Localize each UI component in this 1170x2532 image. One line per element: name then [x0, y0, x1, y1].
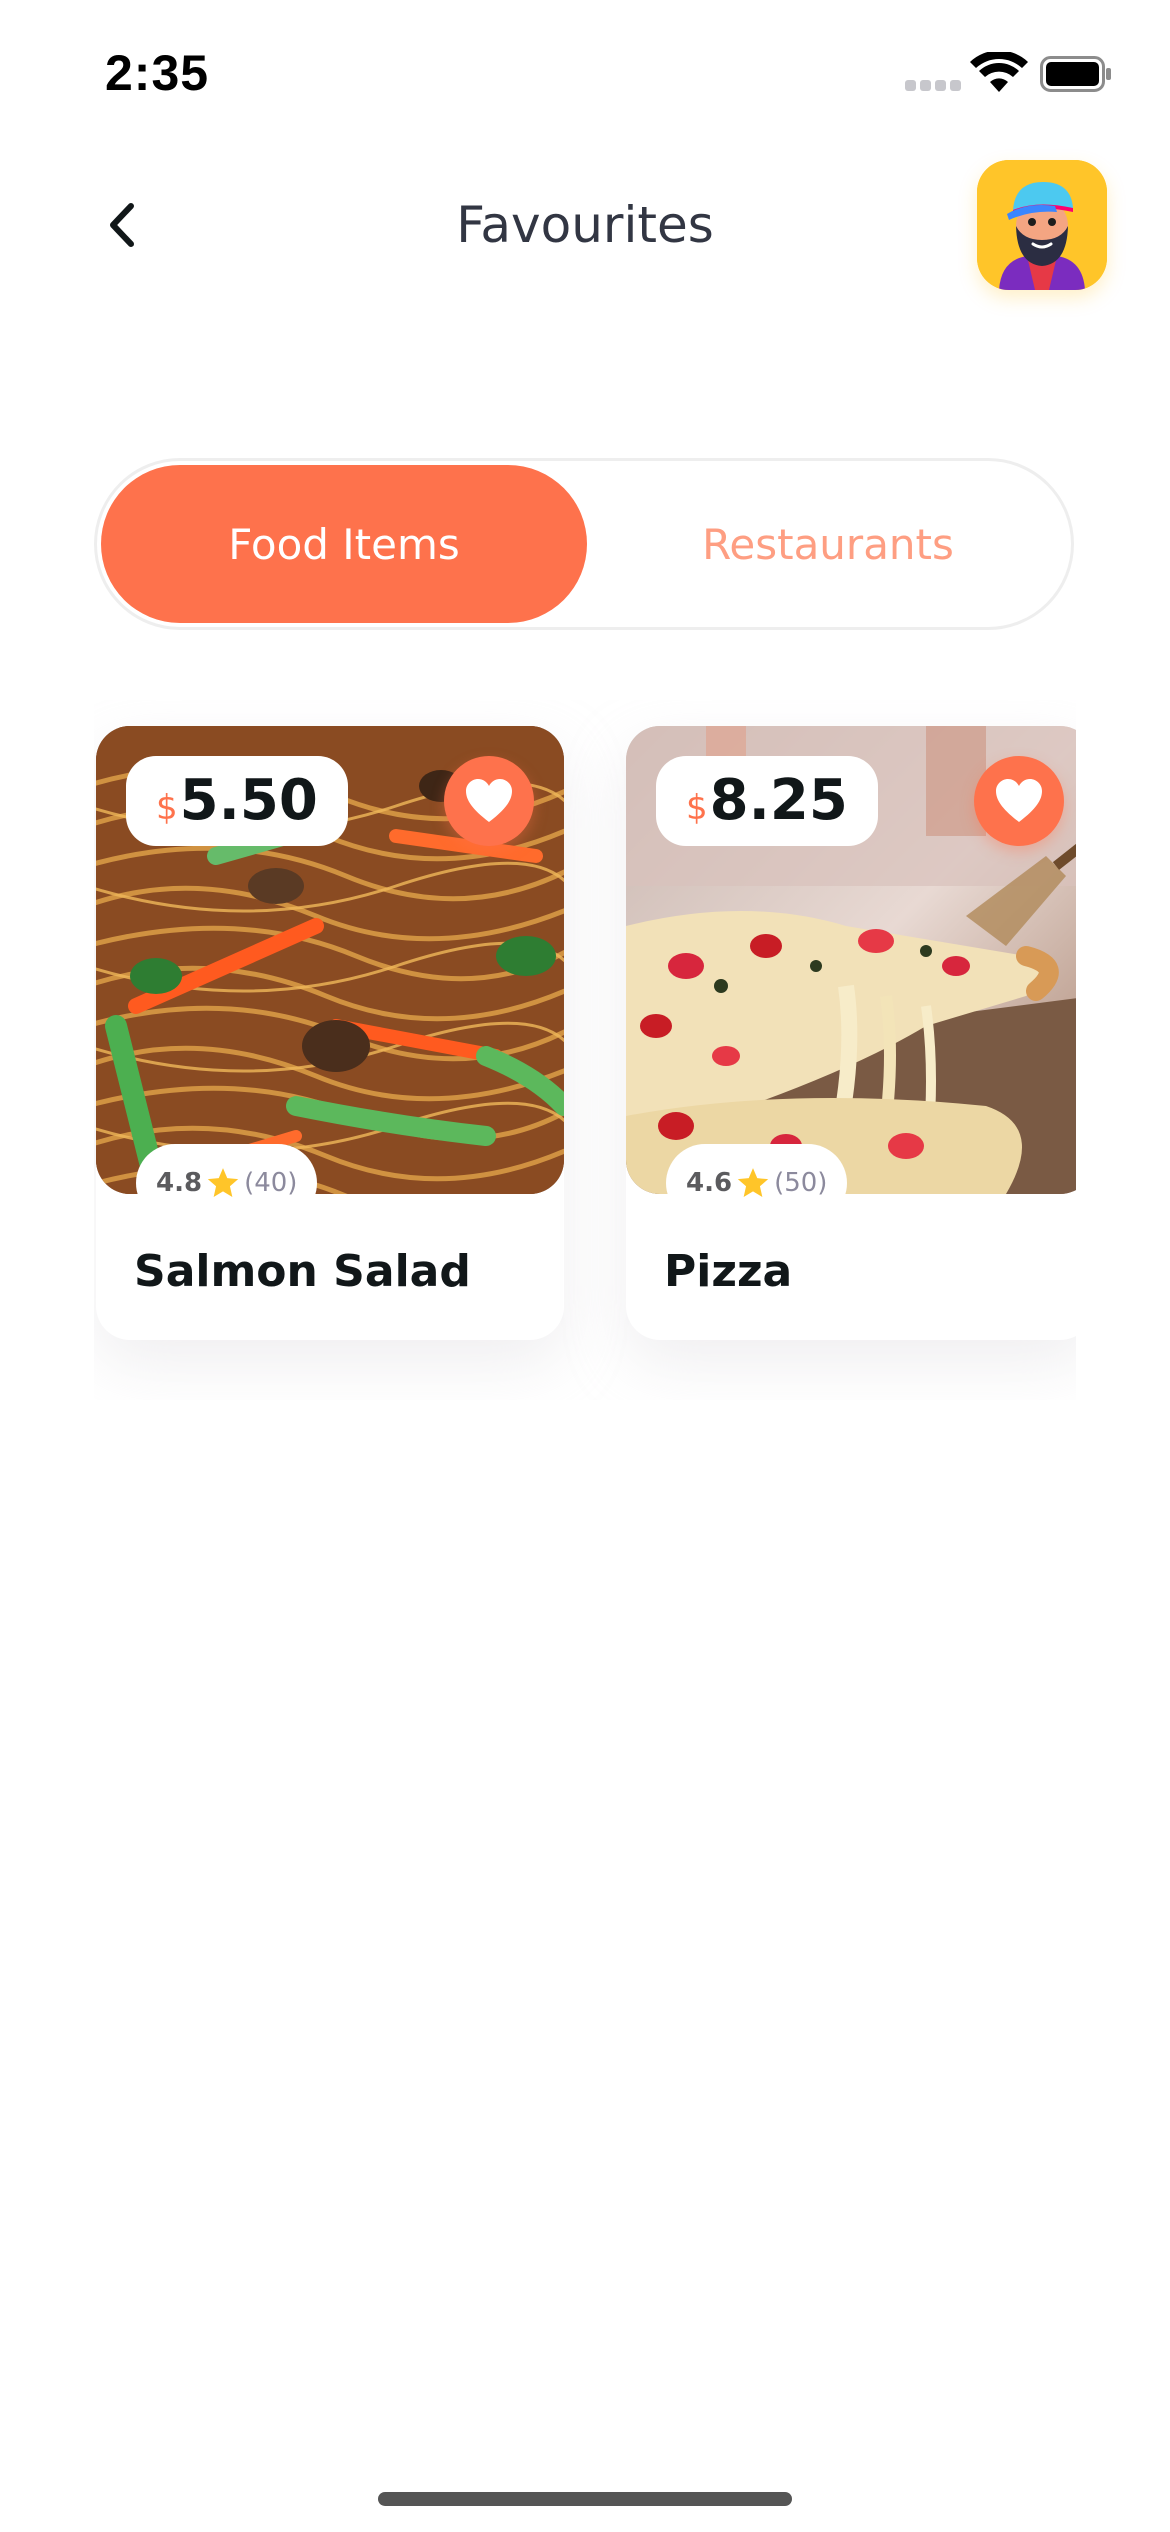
favourite-button[interactable]	[444, 756, 534, 846]
tab-restaurants[interactable]: Restaurants	[585, 465, 1071, 623]
rating-count: (50)	[774, 1168, 828, 1198]
cellular-signal-icon	[905, 80, 961, 94]
rating-count: (40)	[244, 1168, 298, 1198]
favourite-items-carousel[interactable]: $ 5.50 4.8 (40) Salmon Salad $ 8.25 4.6 …	[94, 700, 1076, 1400]
status-bar: 2:35	[0, 0, 1170, 150]
heart-icon	[996, 779, 1042, 822]
star-icon	[737, 1168, 769, 1198]
favourites-tab-switcher: Food Items Restaurants	[94, 458, 1074, 630]
price-currency: $	[156, 788, 178, 828]
rating-badge: 4.8 (40)	[136, 1144, 318, 1222]
food-card[interactable]: $ 8.25 4.6 (50) Pizza	[626, 726, 1076, 1340]
star-icon	[207, 1168, 239, 1198]
heart-icon	[466, 779, 512, 822]
header: Favourites	[0, 150, 1170, 310]
rating-value: 4.6	[686, 1168, 733, 1198]
price-currency: $	[686, 788, 708, 828]
price-value: 5.50	[179, 768, 318, 833]
status-time: 2:35	[105, 45, 210, 101]
rating-badge: 4.6 (50)	[666, 1144, 848, 1222]
rating-value: 4.8	[156, 1168, 203, 1198]
avatar[interactable]	[977, 160, 1107, 290]
food-card[interactable]: $ 5.50 4.8 (40) Salmon Salad	[96, 726, 564, 1340]
food-name: Pizza	[664, 1246, 793, 1297]
price-badge: $ 8.25	[656, 756, 878, 846]
battery-icon	[1040, 56, 1111, 92]
price-value: 8.25	[709, 768, 848, 833]
user-avatar-icon	[977, 160, 1107, 290]
price-badge: $ 5.50	[126, 756, 348, 846]
wifi-icon	[970, 52, 1028, 92]
home-indicator[interactable]	[378, 2492, 792, 2506]
favourite-button[interactable]	[974, 756, 1064, 846]
food-name: Salmon Salad	[134, 1246, 471, 1297]
tab-food-items[interactable]: Food Items	[101, 465, 587, 623]
